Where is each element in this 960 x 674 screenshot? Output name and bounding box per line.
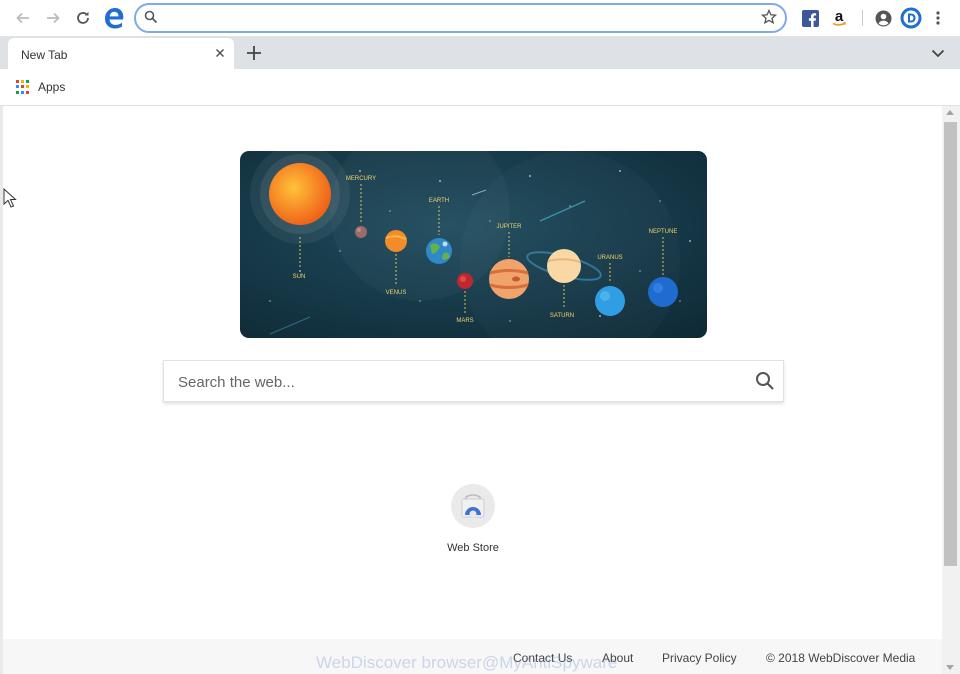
amazon-icon: a: [832, 9, 847, 26]
solar-system-illustration: SUN MERCURY VENUS EARTH MARS JUPITER SAT…: [240, 151, 707, 338]
mouse-cursor-icon: [3, 188, 17, 208]
solar-system-banner: SUN MERCURY VENUS EARTH MARS JUPITER SAT…: [240, 151, 707, 338]
planet-label-saturn: SATURN: [550, 313, 574, 319]
planet-label-venus: VENUS: [386, 290, 407, 296]
chevron-down-icon[interactable]: [930, 46, 946, 60]
page-content: SUN MERCURY VENUS EARTH MARS JUPITER SAT…: [0, 106, 942, 674]
back-arrow-icon: [16, 12, 29, 24]
close-icon[interactable]: [213, 46, 227, 60]
address-input[interactable]: [166, 8, 756, 28]
forward-button[interactable]: [42, 7, 64, 29]
edge-logo-icon: [105, 8, 124, 29]
copyright-text: © 2018 WebDiscover Media: [766, 651, 916, 665]
apps-grid-icon: [16, 80, 30, 94]
watermark-text: WebDiscover browser@MyAntiSpyware: [316, 653, 618, 672]
back-button[interactable]: [12, 7, 34, 29]
planet-label-neptune: NEPTUNE: [649, 229, 678, 235]
scroll-down-arrow-icon[interactable]: [946, 665, 954, 670]
scroll-up-arrow-icon[interactable]: [946, 110, 954, 115]
facebook-icon: [801, 9, 819, 27]
web-store-icon-circle: [451, 484, 495, 528]
planet-label-sun: SUN: [293, 274, 306, 280]
scroll-thumb[interactable]: [944, 122, 957, 566]
planet-label-mars: MARS: [456, 318, 473, 324]
planet-label-mercury: MERCURY: [346, 176, 376, 182]
webdiscover-extension-button[interactable]: [898, 5, 924, 31]
new-tab-plus-icon[interactable]: [245, 44, 263, 62]
planet-label-jupiter: JUPITER: [496, 224, 522, 230]
bookmark-star-icon[interactable]: [761, 9, 777, 25]
web-store-icon: [461, 494, 485, 518]
amazon-extension-button[interactable]: a: [828, 7, 850, 29]
web-store-shortcut[interactable]: Web Store: [433, 484, 513, 554]
web-search-box[interactable]: [163, 360, 784, 402]
vertical-scrollbar[interactable]: [942, 106, 960, 674]
browser-toolbar: a: [0, 0, 960, 36]
tab-new-tab[interactable]: New Tab: [8, 38, 234, 69]
edge-extension-button[interactable]: [101, 5, 127, 31]
toolbar-separator: [862, 10, 863, 26]
reload-icon: [77, 11, 89, 24]
web-store-label: Web Store: [447, 542, 499, 554]
tab-strip: New Tab: [0, 36, 960, 69]
tab-title: New Tab: [21, 48, 68, 62]
search-input[interactable]: [178, 371, 738, 393]
chrome-menu-button[interactable]: [927, 7, 949, 29]
account-circle-icon: [875, 10, 891, 26]
profile-button[interactable]: [872, 7, 894, 29]
bookmarks-bar: Apps: [0, 69, 960, 106]
apps-shortcut[interactable]: Apps: [16, 80, 65, 94]
forward-arrow-icon: [47, 12, 60, 24]
address-bar[interactable]: [134, 3, 787, 33]
facebook-extension-button[interactable]: [799, 7, 821, 29]
search-icon: [144, 10, 158, 24]
planet-label-uranus: URANUS: [597, 255, 622, 261]
apps-label: Apps: [38, 80, 66, 94]
three-dot-menu-icon: [936, 11, 940, 25]
search-icon[interactable]: [755, 371, 775, 391]
privacy-policy-link[interactable]: Privacy Policy: [662, 651, 737, 665]
planet-label-earth: EARTH: [429, 198, 449, 204]
reload-button[interactable]: [72, 7, 94, 29]
svg-text:a: a: [835, 9, 844, 25]
webdiscover-logo-icon: [900, 7, 922, 29]
